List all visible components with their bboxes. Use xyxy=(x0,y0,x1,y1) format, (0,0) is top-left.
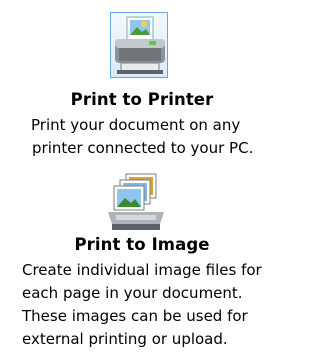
print-to-image-description-line-2: each page in your document. xyxy=(22,284,243,302)
print-to-printer-description-line-2: printer connected to your PC. xyxy=(32,139,254,157)
printer-icon-frame[interactable] xyxy=(110,12,168,78)
print-to-image-description-line-3: These images can be used for xyxy=(22,307,248,325)
image-stack-icon xyxy=(108,173,164,230)
printer-icon xyxy=(115,16,165,74)
print-to-image-option[interactable]: Print to Image Create individual image f… xyxy=(0,168,284,358)
print-to-image-title: Print to Image xyxy=(74,235,210,254)
print-to-image-description-line-4: external printing or upload. xyxy=(22,330,228,348)
print-to-printer-title: Print to Printer xyxy=(70,90,214,109)
print-to-printer-option[interactable]: Print to Printer Print your document on … xyxy=(0,0,284,168)
print-to-printer-description-line-1: Print your document on any xyxy=(31,116,241,134)
print-to-image-description-line-1: Create individual image files for xyxy=(22,261,262,279)
